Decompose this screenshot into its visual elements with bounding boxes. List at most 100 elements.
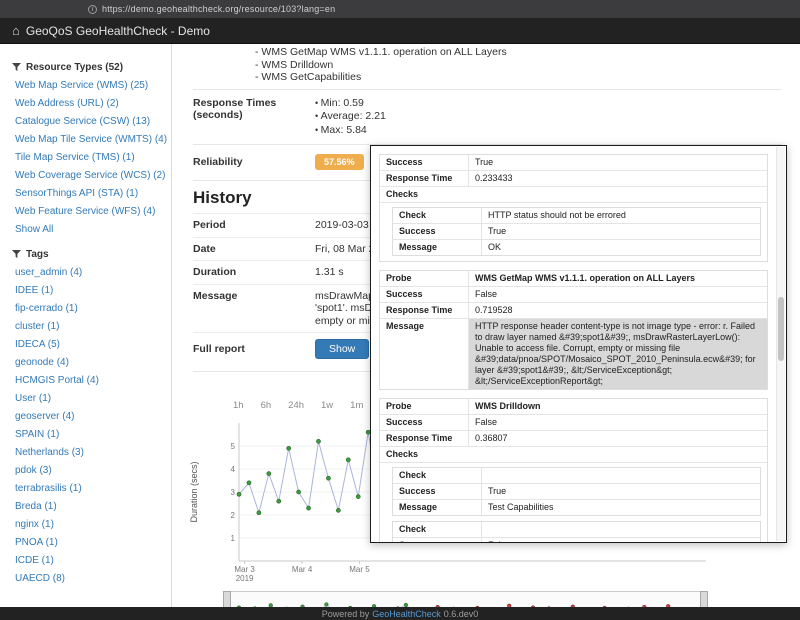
- footer-text: Powered by: [322, 609, 370, 619]
- svg-text:1: 1: [231, 534, 236, 543]
- response-times-label: Response Times (seconds): [193, 97, 315, 138]
- table-row: Response Time 0.36807: [380, 431, 767, 447]
- tag-link[interactable]: HCMGIS Portal (4): [12, 372, 163, 390]
- table-row: Message OK: [393, 240, 760, 255]
- filter-icon: [12, 63, 21, 72]
- browser-chrome: i https://demo.geohealthcheck.org/resour…: [0, 0, 800, 18]
- svg-text:5: 5: [231, 442, 236, 451]
- footer-version: 0.6.dev0: [444, 609, 479, 619]
- svg-text:4: 4: [231, 465, 236, 474]
- table-row: Response Time 0.719528: [380, 303, 767, 319]
- probe-list: - WMS GetMap WMS v1.1.1. operation on AL…: [255, 46, 782, 84]
- table-row: Check: [393, 468, 760, 484]
- tag-link[interactable]: PNOA (1): [12, 534, 163, 552]
- tag-link[interactable]: fip-cerrado (1): [12, 300, 163, 318]
- svg-text:3: 3: [231, 488, 236, 497]
- table-row: Success True: [380, 155, 767, 171]
- range-24h-button[interactable]: 24h: [284, 399, 308, 412]
- tag-link[interactable]: IDECA (5): [12, 336, 163, 354]
- probe-list-item: - WMS GetCapabilities: [255, 71, 782, 84]
- reliability-badge: 57.56%: [315, 154, 364, 170]
- table-row: Success False: [380, 415, 767, 431]
- check-subtable: Check HTTP status should not be errored …: [392, 207, 761, 256]
- url-bar[interactable]: https://demo.geohealthcheck.org/resource…: [102, 4, 335, 14]
- home-icon[interactable]: ⌂: [12, 23, 20, 38]
- table-row: Probe WMS Drilldown: [380, 399, 767, 415]
- sidebar-item-url[interactable]: Web Address (URL) (2): [12, 95, 163, 113]
- table-row: Message HTTP response header content-typ…: [380, 319, 767, 389]
- tags-header: Tags: [12, 247, 163, 261]
- svg-text:Mar 4: Mar 4: [292, 565, 313, 574]
- range-1m-button[interactable]: 1m: [346, 399, 367, 412]
- app-window: i https://demo.geohealthcheck.org/resour…: [0, 0, 800, 620]
- tag-link[interactable]: cluster (1): [12, 318, 163, 336]
- sidebar-show-all[interactable]: Show All: [12, 221, 163, 239]
- site-info-icon[interactable]: i: [88, 5, 97, 14]
- tag-link[interactable]: Breda (1): [12, 498, 163, 516]
- table-row: Success True: [393, 484, 760, 500]
- report-probe-table: Probe WMS GetMap WMS v1.1.1. operation o…: [379, 270, 768, 390]
- response-max: Max: 5.84: [315, 124, 386, 138]
- tag-link[interactable]: user_admin (4): [12, 264, 163, 282]
- response-average: Average: 2.21: [315, 110, 386, 124]
- full-report-label: Full report: [193, 343, 315, 355]
- tag-link[interactable]: SPAIN (1): [12, 426, 163, 444]
- sidebar-item-wms[interactable]: Web Map Service (WMS) (25): [12, 77, 163, 95]
- tag-link[interactable]: Netherlands (3): [12, 444, 163, 462]
- probe-list-item: - WMS Drilldown: [255, 59, 782, 72]
- sidebar-item-wcs[interactable]: Web Coverage Service (WCS) (2): [12, 167, 163, 185]
- range-1w-button[interactable]: 1w: [317, 399, 337, 412]
- reliability-label: Reliability: [193, 156, 315, 168]
- filter-icon: [12, 250, 21, 259]
- sidebar-item-csw[interactable]: Catalogue Service (CSW) (13): [12, 113, 163, 131]
- range-6h-button[interactable]: 6h: [257, 399, 276, 412]
- check-subtable: Check Success False Message msDrawMap():…: [392, 521, 761, 543]
- svg-text:Mar 3: Mar 3: [234, 565, 255, 574]
- table-row: Message Test Capabilities: [393, 500, 760, 515]
- app-navbar: ⌂ GeoQoS GeoHealthCheck - Demo: [0, 18, 800, 44]
- tag-link[interactable]: geoserver (4): [12, 408, 163, 426]
- svg-text:2: 2: [231, 511, 236, 520]
- check-subtable: Check Success True Message Test Capabili…: [392, 467, 761, 516]
- tag-link[interactable]: IDEE (1): [12, 282, 163, 300]
- chart-y-axis-label: Duration (secs): [189, 447, 199, 537]
- sidebar: Resource Types (52) Web Map Service (WMS…: [0, 44, 172, 607]
- report-probe-table: Probe WMS Drilldown Success False Respon…: [379, 398, 768, 543]
- geohealthcheck-link[interactable]: GeoHealthCheck: [372, 609, 441, 619]
- app-footer: Powered by GeoHealthCheck 0.6.dev0: [0, 607, 800, 620]
- sidebar-item-sta[interactable]: SensorThings API (STA) (1): [12, 185, 163, 203]
- full-report-popup: Success True Response Time 0.233433 Chec…: [370, 145, 787, 543]
- popup-scrollbar-thumb[interactable]: [778, 297, 784, 361]
- range-1h-button[interactable]: 1h: [229, 399, 248, 412]
- checks-section-label: Checks: [380, 187, 767, 203]
- probe-list-item: - WMS GetMap WMS v1.1.1. operation on AL…: [255, 46, 782, 59]
- svg-text:2019: 2019: [236, 574, 254, 583]
- divider: [193, 89, 782, 90]
- table-row: Check: [393, 522, 760, 538]
- response-times-row: Response Times (seconds) Min: 0.59 Avera…: [193, 95, 782, 140]
- sidebar-item-tms[interactable]: Tile Map Service (TMS) (1): [12, 149, 163, 167]
- table-row: Probe WMS GetMap WMS v1.1.1. operation o…: [380, 271, 767, 287]
- tag-link[interactable]: User (1): [12, 390, 163, 408]
- tag-link[interactable]: geonode (4): [12, 354, 163, 372]
- tag-link[interactable]: nginx (1): [12, 516, 163, 534]
- response-times-values: Min: 0.59 Average: 2.21 Max: 5.84: [315, 97, 386, 138]
- resource-types-header: Resource Types (52): [12, 60, 163, 74]
- report-check-table: Success True Response Time 0.233433 Chec…: [379, 154, 768, 262]
- table-row: Response Time 0.233433: [380, 171, 767, 187]
- sidebar-item-wmts[interactable]: Web Map Tile Service (WMTS) (4): [12, 131, 163, 149]
- tag-link[interactable]: terrabrasilis (1): [12, 480, 163, 498]
- table-row: Success True: [393, 224, 760, 240]
- app-brand[interactable]: GeoQoS GeoHealthCheck - Demo: [26, 24, 210, 38]
- popup-scrollbar[interactable]: [776, 147, 785, 541]
- svg-text:Mar 5: Mar 5: [349, 565, 370, 574]
- tag-link[interactable]: pdok (3): [12, 462, 163, 480]
- response-min: Min: 0.59: [315, 97, 386, 111]
- table-row: Success False: [380, 287, 767, 303]
- table-row: Success False: [393, 538, 760, 543]
- tag-link[interactable]: ICDE (1): [12, 552, 163, 570]
- table-row: Check HTTP status should not be errored: [393, 208, 760, 224]
- show-report-button[interactable]: Show: [315, 339, 369, 359]
- tag-link[interactable]: UAECD (8): [12, 570, 163, 588]
- sidebar-item-wfs[interactable]: Web Feature Service (WFS) (4): [12, 203, 163, 221]
